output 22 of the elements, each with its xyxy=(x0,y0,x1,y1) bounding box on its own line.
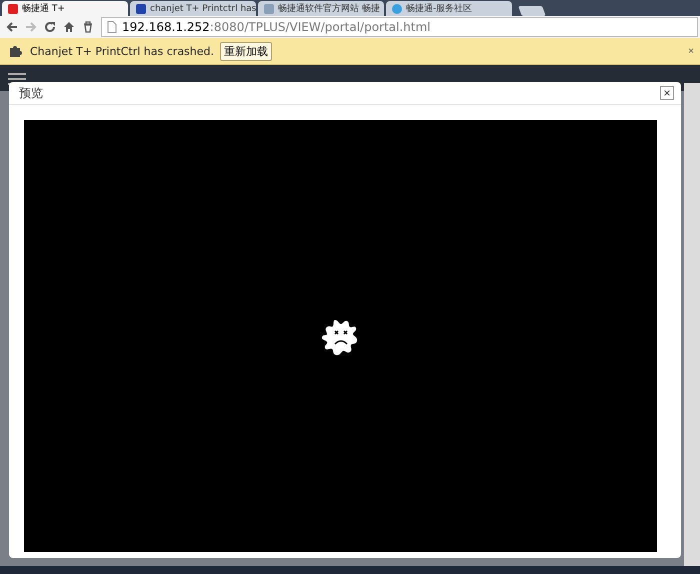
favicon-icon xyxy=(264,4,274,14)
favicon-icon xyxy=(392,4,402,14)
back-icon[interactable] xyxy=(6,21,18,33)
close-button[interactable]: × xyxy=(660,86,674,100)
trash-icon[interactable] xyxy=(82,21,94,33)
close-button[interactable]: × xyxy=(688,46,694,56)
reload-icon[interactable] xyxy=(44,21,56,33)
crash-message: Chanjet T+ PrintCtrl has crashed. xyxy=(30,44,214,58)
reload-button[interactable]: 重新加载 xyxy=(220,42,272,60)
address-field[interactable]: 192.168.1.252:8080/TPLUS/VIEW/portal/portal.html xyxy=(101,17,698,37)
favicon-icon xyxy=(136,4,146,14)
new-tab-button[interactable] xyxy=(518,6,546,16)
scrollbar[interactable] xyxy=(684,83,700,566)
home-icon[interactable] xyxy=(63,21,75,33)
puzzle-icon xyxy=(8,44,22,58)
favicon-icon xyxy=(8,4,18,14)
browser-tab[interactable]: 畅捷通软件官方网站 畅捷 xyxy=(258,1,384,16)
browser-tab[interactable]: 畅捷通-服务社区 xyxy=(386,1,512,16)
browser-tab[interactable]: chanjet T+ Printctrl has xyxy=(130,1,256,16)
dialog-title: 预览 xyxy=(19,84,43,102)
browser-tab[interactable]: 畅捷通 T+ xyxy=(2,1,128,16)
page-icon xyxy=(107,21,117,33)
